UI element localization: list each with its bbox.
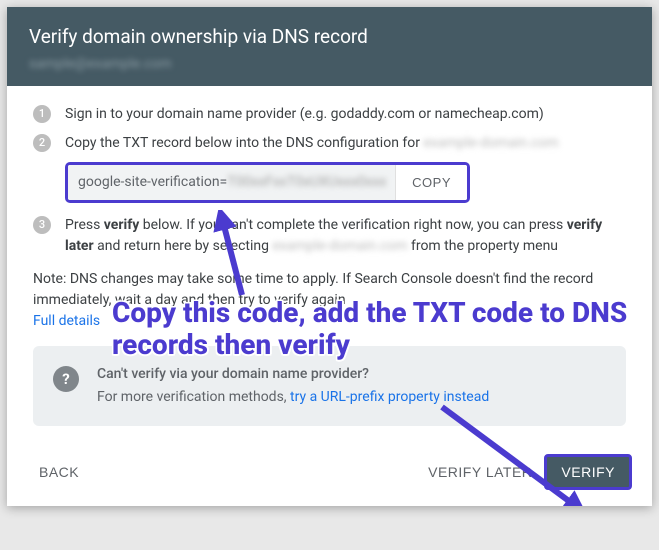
verify-later-button[interactable]: VERIFY LATER xyxy=(416,456,544,488)
dialog-subtitle: sample@example.com xyxy=(29,56,630,72)
dialog-title: Verify domain ownership via DNS record xyxy=(29,25,630,48)
step-3-number: 3 xyxy=(33,216,51,234)
note: Note: DNS changes may take some time to … xyxy=(33,269,626,332)
step-3-text: Press verify below. If you can't complet… xyxy=(65,215,626,257)
info-card-title: Can't verify via your domain name provid… xyxy=(97,364,606,385)
full-details-link[interactable]: Full details xyxy=(33,313,100,329)
txt-record-value[interactable]: google-site-verification=T00xxFxxT0xUXUx… xyxy=(68,165,395,200)
copy-button[interactable]: COPY xyxy=(395,165,467,200)
back-button[interactable]: BACK xyxy=(27,456,91,488)
dialog: Verify domain ownership via DNS record s… xyxy=(7,7,652,506)
step-3: 3 Press verify below. If you can't compl… xyxy=(33,215,626,257)
help-icon: ? xyxy=(53,366,79,392)
step-1-text: Sign in to your domain name provider (e.… xyxy=(65,104,626,125)
info-card: ? Can't verify via your domain name prov… xyxy=(33,346,626,426)
step-1: 1 Sign in to your domain name provider (… xyxy=(33,104,626,125)
dialog-header: Verify domain ownership via DNS record s… xyxy=(7,7,652,86)
step-2-domain: example-domain.com xyxy=(423,135,558,151)
txt-record-secret: T00xxFxxT0xUXUxxx0xxx xyxy=(227,174,386,190)
txt-record-box: google-site-verification=T00xxFxxT0xUXUx… xyxy=(65,162,470,203)
step-2-number: 2 xyxy=(33,134,51,152)
dialog-footer: BACK VERIFY LATER VERIFY xyxy=(7,442,652,506)
dialog-body: 1 Sign in to your domain name provider (… xyxy=(7,86,652,442)
step-2: 2 Copy the TXT record below into the DNS… xyxy=(33,133,626,154)
note-text: Note: DNS changes may take some time to … xyxy=(33,271,593,308)
step-2-text-a: Copy the TXT record below into the DNS c… xyxy=(65,135,423,151)
verify-button[interactable]: VERIFY xyxy=(544,454,632,490)
info-content: Can't verify via your domain name provid… xyxy=(97,364,606,408)
info-card-sub: For more verification methods, try a URL… xyxy=(97,387,606,408)
step-1-number: 1 xyxy=(33,105,51,123)
txt-record-prefix: google-site-verification= xyxy=(78,174,227,190)
url-prefix-link[interactable]: try a URL-prefix property instead xyxy=(290,389,489,405)
step-2-text: Copy the TXT record below into the DNS c… xyxy=(65,133,626,154)
